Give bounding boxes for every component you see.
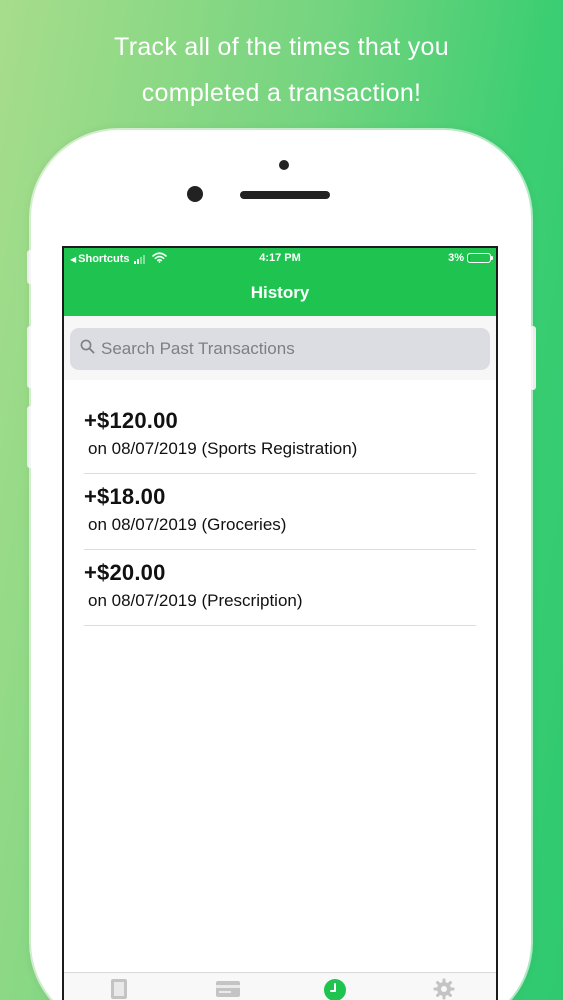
transaction-detail: on 08/07/2019 (Sports Registration) bbox=[88, 439, 358, 458]
list-item[interactable]: +$20.00 on 08/07/2019 (Prescription) bbox=[84, 550, 476, 626]
search-bar[interactable] bbox=[70, 328, 490, 370]
navigation-bar: ◀ Shortcuts 4:17 PM 3% History bbox=[64, 248, 496, 316]
clock-icon bbox=[323, 978, 347, 1000]
promo-headline-line-1: Track all of the times that you bbox=[114, 33, 449, 61]
transaction-detail: on 08/07/2019 (Prescription) bbox=[88, 591, 303, 610]
tab-card[interactable] bbox=[214, 978, 242, 1000]
tab-settings[interactable] bbox=[430, 978, 458, 1000]
transaction-list: +$120.00 on 08/07/2019 (Sports Registrat… bbox=[64, 398, 496, 626]
phone-sensor bbox=[279, 160, 289, 170]
promo-headline: Track all of the times that you complete… bbox=[0, 24, 563, 116]
transaction-amount: +$120.00 bbox=[84, 408, 178, 433]
transaction-detail: on 08/07/2019 (Groceries) bbox=[88, 515, 287, 534]
search-input[interactable] bbox=[101, 339, 481, 359]
calculator-icon bbox=[110, 978, 128, 1000]
battery-icon bbox=[467, 253, 493, 263]
gear-icon bbox=[433, 978, 455, 1000]
list-item[interactable]: +$18.00 on 08/07/2019 (Groceries) bbox=[84, 474, 476, 550]
battery-level-fill bbox=[469, 255, 470, 261]
credit-card-icon bbox=[215, 978, 241, 1000]
status-bar-time: 4:17 PM bbox=[259, 252, 301, 264]
search-area bbox=[64, 316, 496, 380]
transaction-amount: +$18.00 bbox=[84, 484, 166, 509]
list-item[interactable]: +$120.00 on 08/07/2019 (Sports Registrat… bbox=[84, 398, 476, 474]
page-title: History bbox=[250, 283, 310, 302]
promo-headline-line-2: completed a transaction! bbox=[141, 79, 422, 107]
status-bar-right: 3% bbox=[448, 252, 493, 264]
transaction-amount: +$20.00 bbox=[84, 560, 166, 585]
app-screen: ◀ Shortcuts 4:17 PM 3% History Search Pa… bbox=[62, 246, 498, 1000]
tab-history[interactable] bbox=[321, 978, 349, 1000]
tab-calculator[interactable] bbox=[105, 978, 133, 1000]
search-icon bbox=[80, 339, 95, 359]
phone-speaker bbox=[240, 191, 330, 199]
phone-front-camera bbox=[187, 186, 203, 202]
tab-bar bbox=[64, 972, 496, 1000]
status-bar: ◀ Shortcuts 4:17 PM 3% bbox=[64, 248, 496, 270]
battery-percentage: 3% bbox=[448, 252, 464, 264]
